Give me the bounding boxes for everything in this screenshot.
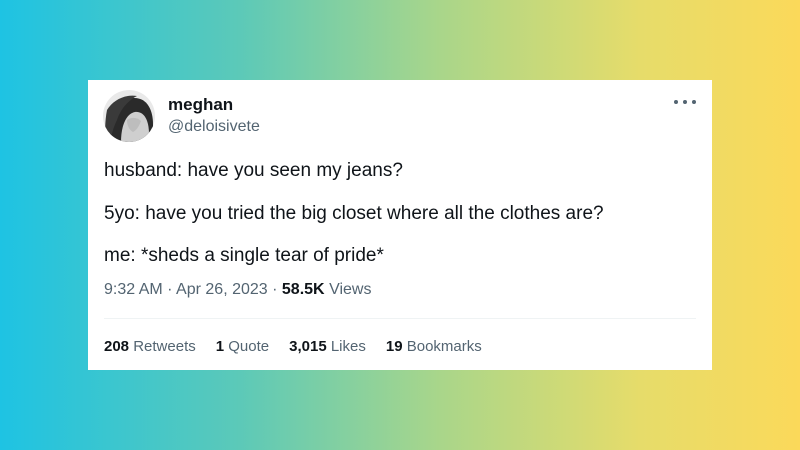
engagement-stats: 208 Retweets 1 Quote 3,015 Likes 19 Book… [104, 337, 482, 357]
views-count: 58.5K [281, 281, 325, 298]
bookmarks-stat[interactable]: 19 Bookmarks [386, 337, 482, 357]
avatar[interactable] [103, 90, 155, 142]
tweet-text-line: me: *sheds a single tear of pride* [104, 245, 384, 266]
likes-stat[interactable]: 3,015 Likes [289, 337, 366, 357]
quotes-stat[interactable]: 1 Quote [216, 337, 269, 357]
tweet-time[interactable]: 9:32 AM [104, 281, 163, 298]
tweet-card: meghan @deloisivete husband: have you se… [88, 80, 712, 370]
tweet-text-line: 5yo: have you tried the big closet where… [104, 203, 604, 224]
author-name[interactable]: meghan [168, 95, 233, 115]
quotes-label: Quote [228, 338, 270, 355]
likes-label: Likes [330, 338, 366, 355]
bookmarks-label: Bookmarks [406, 338, 482, 355]
tweet-text-line: husband: have you seen my jeans? [104, 160, 403, 181]
meta-separator: · [167, 281, 173, 298]
retweets-label: Retweets [133, 338, 196, 355]
bookmarks-count: 19 [385, 338, 403, 355]
retweets-stat[interactable]: 208 Retweets [104, 337, 196, 357]
author-handle[interactable]: @deloisivete [168, 117, 260, 137]
more-horizontal-icon[interactable] [674, 94, 696, 110]
meta-separator: · [272, 281, 278, 298]
quotes-count: 1 [215, 338, 225, 355]
tweet-date[interactable]: Apr 26, 2023 [176, 281, 268, 298]
profile-photo-icon [103, 90, 155, 142]
views-label: Views [329, 281, 372, 298]
retweets-count: 208 [104, 338, 130, 355]
divider [104, 318, 696, 319]
likes-count: 3,015 [289, 338, 327, 355]
tweet-meta: 9:32 AM · Apr 26, 2023 · 58.5K Views [104, 280, 371, 300]
